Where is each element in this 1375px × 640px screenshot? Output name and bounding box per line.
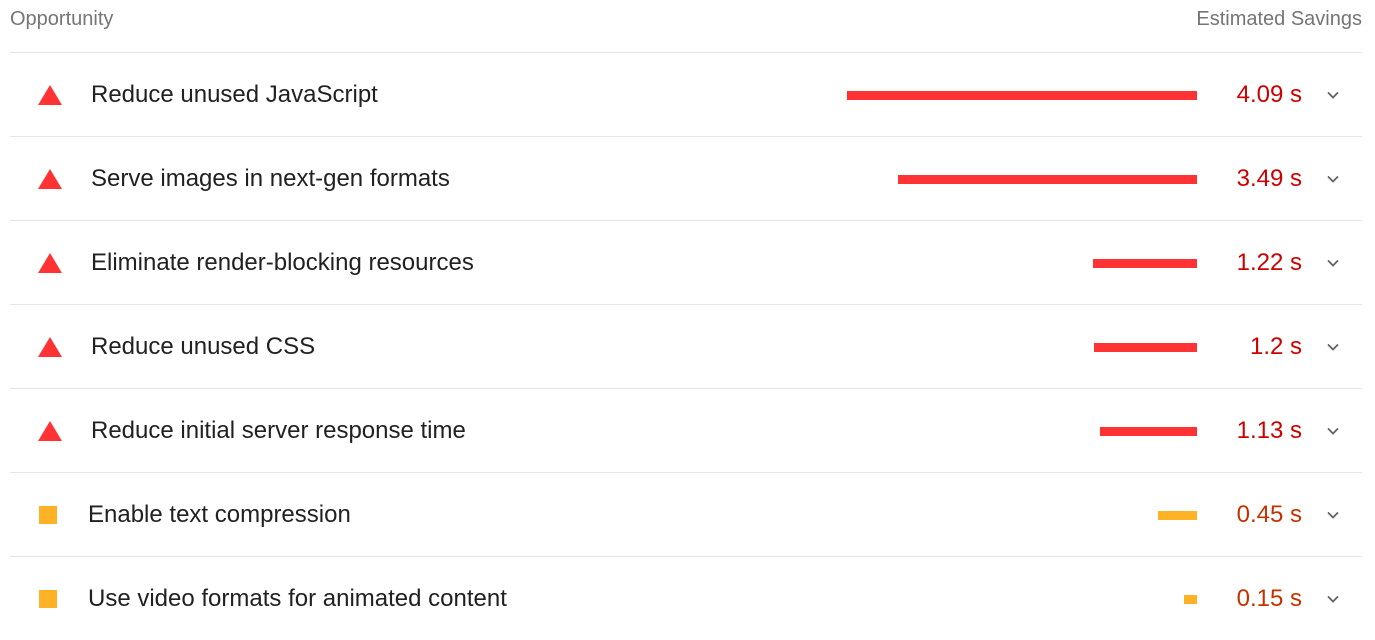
estimated-savings-column-label: Estimated Savings xyxy=(1196,8,1362,30)
savings-bar-track xyxy=(797,343,1197,352)
savings-value: 3.49 s xyxy=(1236,165,1302,192)
opportunity-title: Reduce initial server response time xyxy=(91,417,466,444)
triangle-warning-icon xyxy=(38,337,62,357)
opportunity-row[interactable]: Use video formats for animated content 0… xyxy=(10,557,1362,640)
chevron-down-icon[interactable] xyxy=(1324,506,1342,524)
savings-bar-track xyxy=(797,91,1197,100)
savings-value: 1.2 s xyxy=(1249,333,1302,360)
chevron-down-icon[interactable] xyxy=(1324,254,1342,272)
savings-bar xyxy=(1158,511,1197,520)
savings-bar-track xyxy=(797,175,1197,184)
opportunity-row[interactable]: Reduce unused CSS 1.2 s xyxy=(10,305,1362,389)
savings-bar-track xyxy=(797,259,1197,268)
savings-bar xyxy=(898,175,1197,184)
triangle-warning-icon xyxy=(38,253,62,273)
savings-value: 1.13 s xyxy=(1236,417,1302,444)
opportunity-title: Reduce unused JavaScript xyxy=(91,81,378,108)
chevron-down-icon[interactable] xyxy=(1324,170,1342,188)
opportunity-title: Eliminate render-blocking resources xyxy=(91,249,474,276)
triangle-warning-icon xyxy=(38,421,62,441)
opportunity-title: Serve images in next-gen formats xyxy=(91,165,450,192)
savings-bar-track xyxy=(797,427,1197,436)
triangle-warning-icon xyxy=(38,169,62,189)
opportunities-panel: Opportunity Estimated Savings Reduce unu… xyxy=(0,0,1375,637)
savings-bar-track xyxy=(797,595,1197,604)
savings-bar xyxy=(847,91,1197,100)
savings-bar-track xyxy=(797,511,1197,520)
triangle-warning-icon xyxy=(38,85,62,105)
opportunity-row[interactable]: Eliminate render-blocking resources 1.22… xyxy=(10,221,1362,305)
savings-bar xyxy=(1100,427,1197,436)
opportunity-title: Use video formats for animated content xyxy=(88,585,507,612)
square-average-icon xyxy=(39,506,57,524)
opportunity-list: Reduce unused JavaScript 4.09 s Serve im… xyxy=(10,53,1362,640)
savings-value: 0.15 s xyxy=(1236,585,1302,612)
chevron-down-icon[interactable] xyxy=(1324,590,1342,608)
opportunity-column-label: Opportunity xyxy=(10,8,114,30)
opportunity-title: Reduce unused CSS xyxy=(91,333,316,360)
opportunity-title: Enable text compression xyxy=(88,501,351,528)
opportunities-header: Opportunity Estimated Savings xyxy=(10,0,1362,53)
savings-value: 4.09 s xyxy=(1236,81,1302,108)
savings-value: 0.45 s xyxy=(1236,501,1302,528)
opportunity-row[interactable]: Reduce unused JavaScript 4.09 s xyxy=(10,53,1362,137)
opportunity-row[interactable]: Enable text compression 0.45 s xyxy=(10,473,1362,557)
chevron-down-icon[interactable] xyxy=(1324,338,1342,356)
savings-bar xyxy=(1094,343,1197,352)
savings-value: 1.22 s xyxy=(1236,249,1302,276)
opportunity-row[interactable]: Serve images in next-gen formats 3.49 s xyxy=(10,137,1362,221)
chevron-down-icon[interactable] xyxy=(1324,422,1342,440)
square-average-icon xyxy=(39,590,57,608)
opportunity-row[interactable]: Reduce initial server response time 1.13… xyxy=(10,389,1362,473)
savings-bar xyxy=(1184,595,1197,604)
chevron-down-icon[interactable] xyxy=(1324,86,1342,104)
savings-bar xyxy=(1093,259,1197,268)
